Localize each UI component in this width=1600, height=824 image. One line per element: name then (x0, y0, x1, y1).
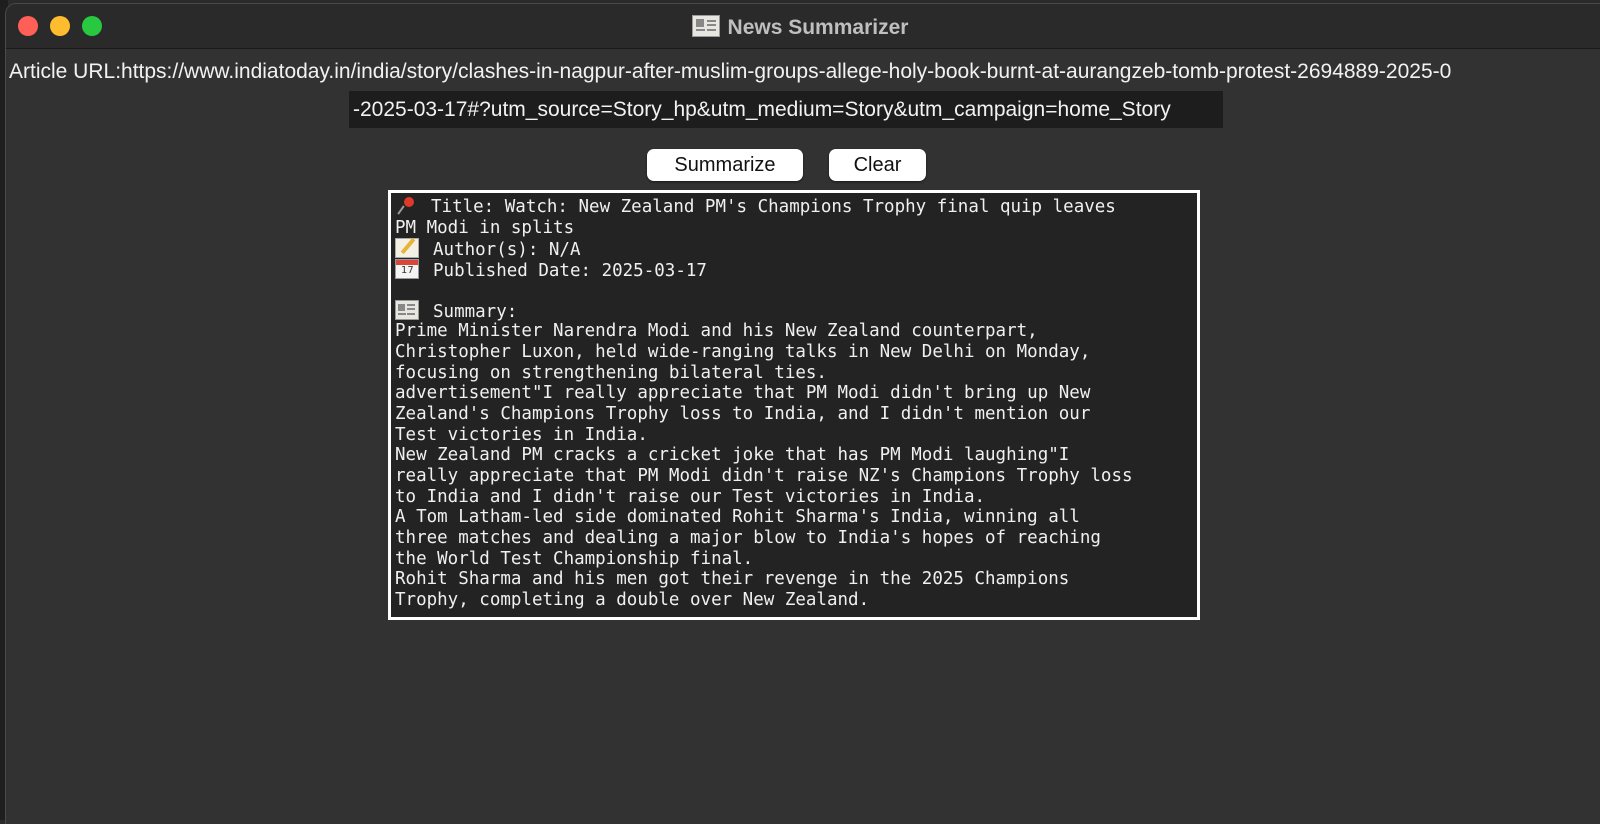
summary-line: Trophy, completing a double over New Zea… (395, 590, 870, 611)
url-label: Article URL: (9, 60, 122, 83)
article-title-1: Title: Watch: New Zealand PM's Champions… (431, 197, 1116, 217)
summary-line: Rohit Sharma and his men got their reven… (395, 569, 1070, 590)
author-line: Author(s): N/A (395, 238, 1195, 261)
summary-line: New Zealand PM cracks a cricket joke tha… (395, 445, 1070, 466)
memo-icon (395, 238, 419, 259)
summary-label: Summary: (433, 302, 518, 323)
summary-line: focusing on strengthening bilateral ties… (395, 362, 827, 383)
summary-heading-line: Summary: (395, 300, 1195, 323)
pushpin-icon (395, 197, 417, 215)
title-bar[interactable]: News Summarizer (6, 4, 1600, 49)
url-row: Article URL:https://www.indiatoday.in/in… (9, 60, 1451, 92)
summarize-button[interactable]: Summarize (647, 149, 803, 181)
summary-line: Zealand's Champions Trophy loss to India… (395, 403, 1091, 424)
summary-line: the World Test Championship final. (395, 548, 754, 569)
summary-line: Christopher Luxon, held wide-ranging tal… (395, 341, 1091, 362)
url-input-line1[interactable]: https://www.indiatoday.in/india/story/cl… (121, 60, 1451, 83)
summary-line: three matches and dealing a major blow t… (395, 528, 1101, 548)
article-title-2: PM Modi in splits (395, 217, 575, 238)
date-text: Published Date: 2025-03-17 (433, 261, 707, 282)
window-title: News Summarizer (6, 15, 1600, 40)
summary-output[interactable]: Title: Watch: New Zealand PM's Champions… (388, 190, 1200, 620)
summary-line: advertisement"I really appreciate that P… (395, 383, 1091, 404)
newspaper-icon (395, 300, 419, 321)
window-title-text: News Summarizer (727, 16, 909, 39)
author-text: Author(s): N/A (433, 240, 581, 261)
url-input-line2[interactable]: -2025-03-17#?utm_source=Story_hp&utm_med… (353, 98, 1171, 121)
title-line-cont: PM Modi in splits (395, 218, 1195, 239)
date-line: Published Date: 2025-03-17 (395, 259, 1195, 282)
title-line: Title: Watch: New Zealand PM's Champions… (395, 197, 1195, 218)
summary-line: really appreciate that PM Modi didn't ra… (395, 465, 1133, 486)
summary-line: Test victories in India. (395, 424, 648, 445)
summary-line: to India and I didn't raise our Test vic… (395, 486, 986, 507)
app-window: News Summarizer Article URL:https://www.… (6, 4, 1600, 824)
newspaper-icon (691, 15, 720, 37)
summary-line: Prime Minister Narendra Modi and his New… (395, 321, 1038, 342)
url-input[interactable]: -2025-03-17#?utm_source=Story_hp&utm_med… (349, 91, 1223, 128)
clear-button[interactable]: Clear (829, 149, 926, 181)
calendar-icon (395, 259, 419, 280)
summary-line: A Tom Latham-led side dominated Rohit Sh… (395, 507, 1080, 528)
